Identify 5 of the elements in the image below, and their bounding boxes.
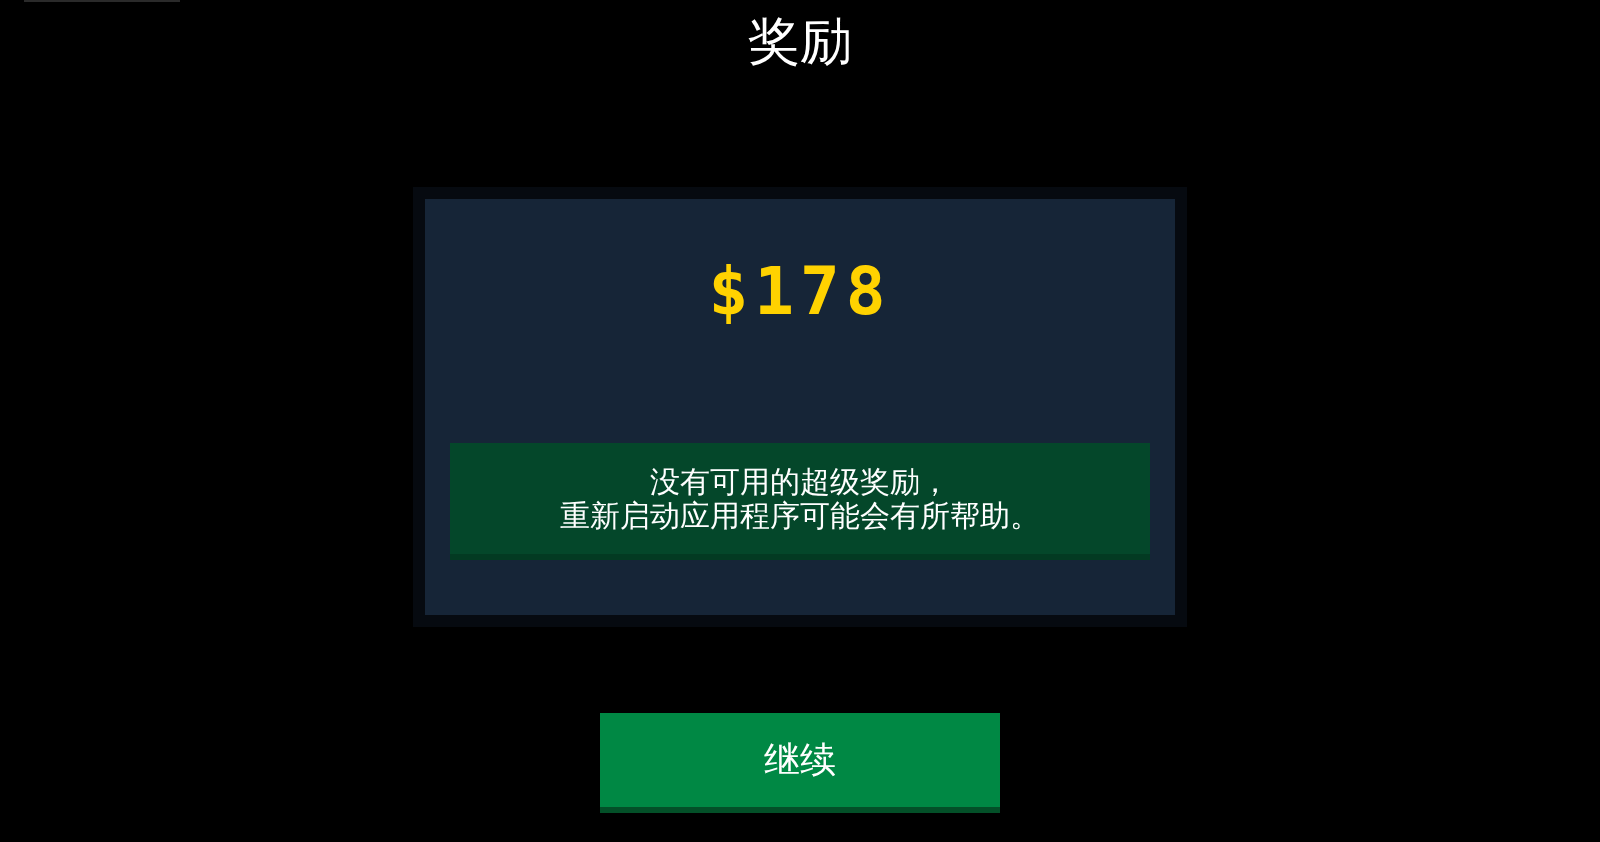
reward-amount: $178 xyxy=(708,257,892,327)
continue-button[interactable]: 继续 xyxy=(600,713,1000,813)
message-text: 重新启动应用程序可能会有所帮助。 xyxy=(560,498,1040,533)
page-title: 奖励 xyxy=(748,10,852,73)
message-text: 没有可用的超级奖励， xyxy=(650,464,950,499)
